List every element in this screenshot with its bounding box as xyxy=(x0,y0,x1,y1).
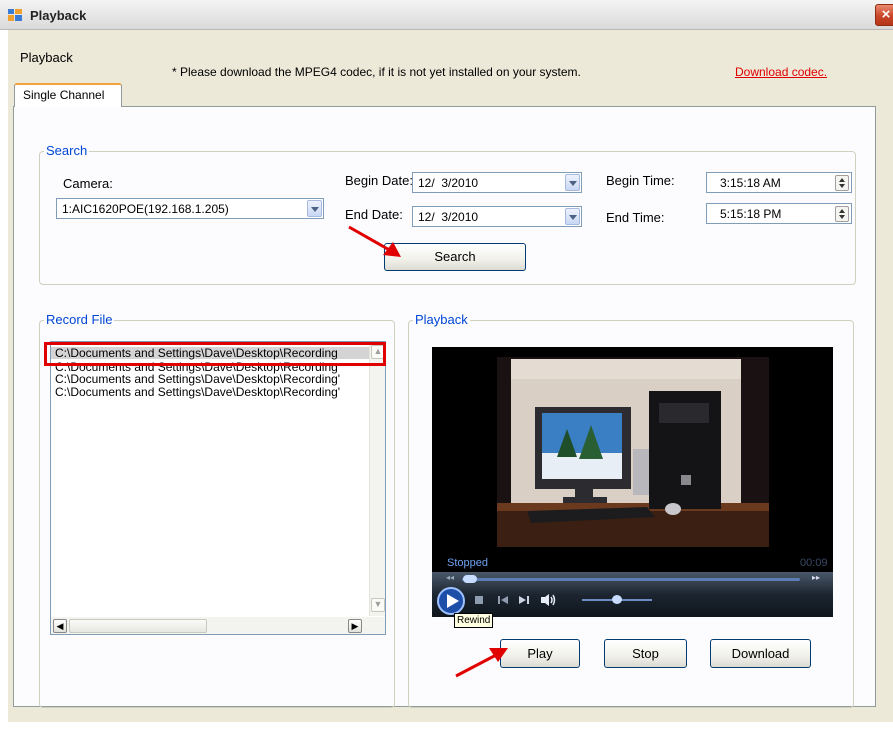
spin-up-down-icon[interactable] xyxy=(835,206,849,222)
volume-icon[interactable] xyxy=(540,593,556,607)
window-title: Playback xyxy=(30,8,87,23)
scroll-right-icon[interactable]: ▶ xyxy=(348,619,362,633)
horizontal-scrollbar[interactable]: ◀ ▶ xyxy=(51,617,385,634)
video-player[interactable]: Stopped 00:09 ◂◂ ▸▸ xyxy=(432,347,833,617)
camera-select[interactable]: 1:AIC1620POE(192.168.1.205) xyxy=(56,198,324,219)
window-bottom-strip xyxy=(8,722,893,729)
player-status-bar: Stopped 00:09 xyxy=(432,555,833,571)
codec-notice: * Please download the MPEG4 codec, if it… xyxy=(172,65,581,79)
highlight-box xyxy=(44,342,386,366)
download-button[interactable]: Download xyxy=(710,639,811,668)
stop-icon[interactable] xyxy=(474,595,484,605)
search-group-title: Search xyxy=(44,143,90,158)
begin-time-label: Begin Time: xyxy=(606,173,675,188)
end-date-value: 12/ 3/2010 xyxy=(418,210,479,224)
camera-select-value: 1:AIC1620POE(192.168.1.205) xyxy=(62,202,229,216)
vertical-scrollbar[interactable]: ▲ ▼ xyxy=(369,342,385,616)
page-title: Playback xyxy=(20,50,73,65)
player-status: Stopped xyxy=(447,557,488,569)
scroll-down-icon[interactable]: ▼ xyxy=(371,598,385,612)
player-controls: ◂◂ ▸▸ xyxy=(432,572,833,617)
end-time-label: End Time: xyxy=(606,210,665,225)
end-date-picker[interactable]: 12/ 3/2010 xyxy=(412,206,582,227)
list-item[interactable]: C:\Documents and Settings\Dave\Desktop\R… xyxy=(51,373,372,385)
seek-thumb[interactable] xyxy=(463,575,477,583)
player-time: 00:09 xyxy=(800,557,828,569)
play-icon[interactable] xyxy=(436,586,466,616)
close-icon[interactable]: × xyxy=(875,4,893,26)
begin-time-field[interactable]: 3:15:18 AM xyxy=(706,172,852,193)
title-bar xyxy=(0,0,893,30)
chevron-down-icon[interactable] xyxy=(565,174,580,191)
seek-forward-icon[interactable]: ▸▸ xyxy=(812,573,820,582)
end-date-label: End Date: xyxy=(345,207,403,222)
list-item[interactable]: C:\Documents and Settings\Dave\Desktop\R… xyxy=(51,386,372,398)
playback-group-title: Playback xyxy=(413,312,470,327)
video-frame xyxy=(497,357,769,547)
stop-button[interactable]: Stop xyxy=(604,639,687,668)
window-app-icon xyxy=(8,9,22,21)
annotation-arrow xyxy=(348,225,401,257)
annotation-arrow xyxy=(455,648,508,678)
begin-date-value: 12/ 3/2010 xyxy=(418,176,479,190)
begin-time-value: 3:15:18 AM xyxy=(720,176,781,190)
begin-date-picker[interactable]: 12/ 3/2010 xyxy=(412,172,582,193)
search-button[interactable]: Search xyxy=(384,243,526,271)
tab-single-channel[interactable]: Single Channel xyxy=(14,83,122,107)
scroll-thumb[interactable] xyxy=(69,619,207,633)
previous-icon[interactable] xyxy=(497,594,509,606)
play-button[interactable]: Play xyxy=(500,639,580,668)
camera-label: Camera: xyxy=(63,176,113,191)
rewind-tooltip: Rewind xyxy=(454,613,494,628)
scroll-left-icon[interactable]: ◀ xyxy=(53,619,67,633)
begin-date-label: Begin Date: xyxy=(345,173,413,188)
next-icon[interactable] xyxy=(518,594,530,606)
seek-back-icon[interactable]: ◂◂ xyxy=(446,573,454,582)
record-file-group-title: Record File xyxy=(44,312,115,327)
seek-bar[interactable] xyxy=(462,578,800,581)
record-file-list[interactable]: C:\Documents and Settings\Dave\Desktop\R… xyxy=(50,341,386,635)
chevron-down-icon[interactable] xyxy=(565,208,580,225)
end-time-field[interactable]: 5:15:18 PM xyxy=(706,203,852,224)
spin-up-down-icon[interactable] xyxy=(835,175,849,191)
end-time-value: 5:15:18 PM xyxy=(720,207,782,221)
volume-thumb[interactable] xyxy=(612,595,622,604)
chevron-down-icon[interactable] xyxy=(307,200,322,217)
download-codec-link[interactable]: Download codec. xyxy=(735,65,827,79)
